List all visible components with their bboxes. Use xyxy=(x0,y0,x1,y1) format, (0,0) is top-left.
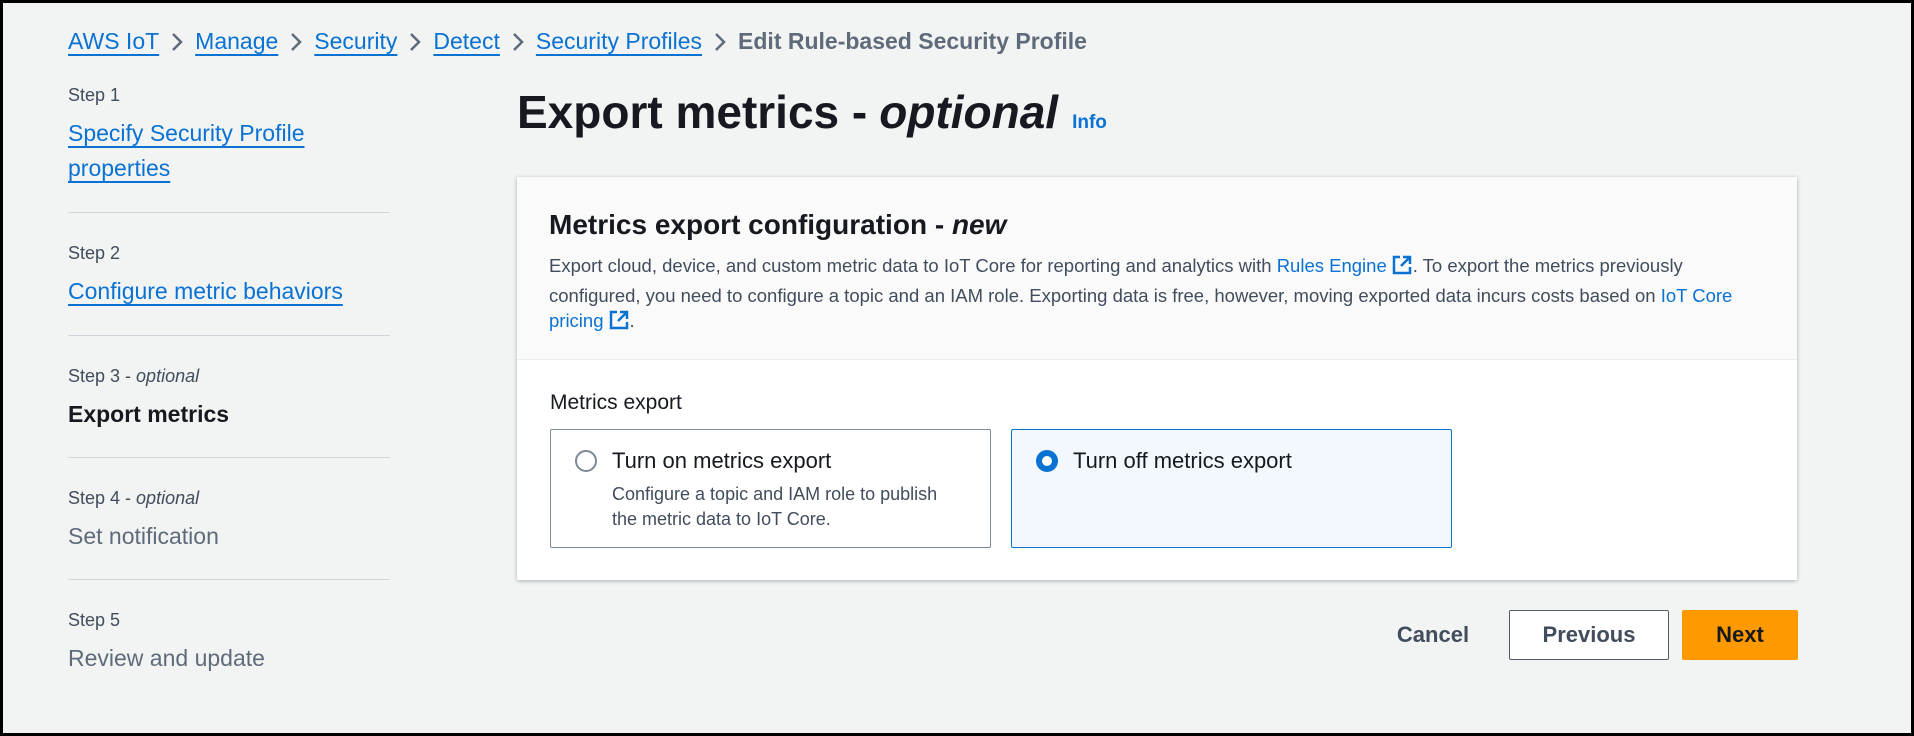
turn-on-radio[interactable] xyxy=(575,450,597,472)
chevron-right-icon xyxy=(702,28,738,55)
panel-title: Metrics export configuration - new xyxy=(549,209,1007,240)
step-current-export-metrics: Export metrics xyxy=(68,401,230,427)
chevron-right-icon xyxy=(159,28,195,55)
breadcrumb-aws-iot[interactable]: AWS IoT xyxy=(68,28,159,55)
chevron-right-icon xyxy=(500,28,536,55)
breadcrumb-manage[interactable]: Manage xyxy=(195,28,278,55)
step-number: Step 2 xyxy=(68,243,121,263)
wizard-step-4: Step 4 - optional Set notification xyxy=(68,488,390,580)
breadcrumb-detect[interactable]: Detect xyxy=(433,28,499,55)
metrics-export-label: Metrics export xyxy=(550,391,682,414)
step-number: Step 5 xyxy=(68,610,121,630)
breadcrumb-security-profiles[interactable]: Security Profiles xyxy=(536,28,702,55)
step-link-configure-behaviors[interactable]: Configure metric behaviors xyxy=(68,274,390,309)
previous-button[interactable]: Previous xyxy=(1509,610,1669,660)
page-title: Export metrics - optional Info xyxy=(517,86,1107,138)
rules-engine-link[interactable]: Rules Engine xyxy=(1277,255,1413,276)
turn-on-description: Configure a topic and IAM role to publis… xyxy=(612,484,938,529)
wizard-step-5: Step 5 Review and update xyxy=(68,610,390,701)
step-number: Step 3 - optional xyxy=(68,366,200,386)
chevron-right-icon xyxy=(278,28,314,55)
external-link-icon xyxy=(1391,254,1413,283)
wizard-step-2: Step 2 Configure metric behaviors xyxy=(68,243,390,336)
panel-description: Export cloud, device, and custom metric … xyxy=(549,253,1765,338)
turn-off-radio[interactable] xyxy=(1036,450,1058,472)
metrics-export-panel: Metrics export configuration - new Expor… xyxy=(517,177,1797,580)
turn-on-metrics-export-tile[interactable]: Turn on metrics export Configure a topic… xyxy=(550,429,991,548)
next-button[interactable]: Next xyxy=(1682,610,1798,660)
turn-on-label: Turn on metrics export xyxy=(612,448,832,473)
step-label-review-update: Review and update xyxy=(68,645,265,671)
breadcrumb-security[interactable]: Security xyxy=(314,28,397,55)
cancel-button[interactable]: Cancel xyxy=(1383,610,1483,660)
info-link[interactable]: Info xyxy=(1072,112,1107,134)
wizard-steps: Step 1 Specify Security Profile properti… xyxy=(68,85,390,731)
breadcrumb-current: Edit Rule-based Security Profile xyxy=(738,27,1087,54)
turn-off-label: Turn off metrics export xyxy=(1073,448,1292,473)
external-link-icon xyxy=(608,309,630,338)
step-number: Step 4 - optional xyxy=(68,488,200,508)
step-link-specify-properties[interactable]: Specify Security Profile properties xyxy=(68,116,390,186)
step-label-set-notification: Set notification xyxy=(68,523,219,549)
page-frame: AWS IoT Manage Security Detect Security … xyxy=(3,3,1911,733)
breadcrumb: AWS IoT Manage Security Detect Security … xyxy=(68,23,1087,59)
panel-header: Metrics export configuration - new Expor… xyxy=(517,177,1797,360)
chevron-right-icon xyxy=(397,28,433,55)
turn-off-metrics-export-tile[interactable]: Turn off metrics export xyxy=(1011,429,1452,548)
step-number: Step 1 xyxy=(68,85,121,105)
wizard-step-3: Step 3 - optional Export metrics xyxy=(68,366,390,458)
wizard-step-1: Step 1 Specify Security Profile properti… xyxy=(68,85,390,213)
